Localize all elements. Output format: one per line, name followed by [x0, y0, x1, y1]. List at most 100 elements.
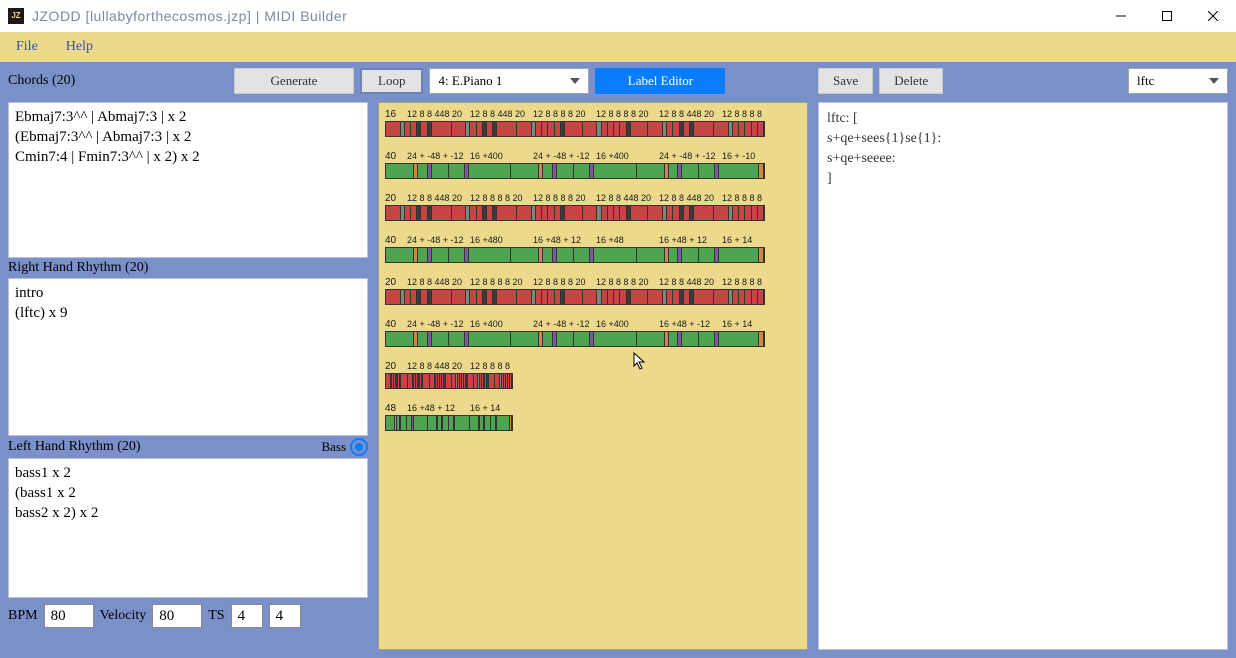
- instrument-select[interactable]: 4: E.Piano 1: [429, 68, 589, 94]
- bpm-input[interactable]: 80: [44, 604, 94, 628]
- right-hand-rhythm-label: Right Hand Rhythm (20): [8, 258, 368, 278]
- track-group-label: 16 +400: [470, 151, 533, 163]
- track-group-label: 12 8 8 448 20: [407, 193, 470, 205]
- chevron-down-icon: [1209, 78, 1219, 84]
- chords-label: Chords (20): [8, 71, 228, 91]
- track-row: 2012 8 8 448 2012 8 8 8 8: [385, 361, 801, 389]
- menu-file[interactable]: File: [8, 37, 46, 57]
- track-group-label: 16 +48 + 12: [533, 235, 596, 247]
- bottom-inputs: BPM 80 Velocity 80 TS 4 4: [8, 604, 368, 628]
- label-editor-button[interactable]: Label Editor: [595, 68, 725, 94]
- track-lead-label: 20: [385, 277, 407, 289]
- window-title: JZODD [lullabyforthecosmos.jzp] | MIDI B…: [32, 8, 347, 24]
- label-editor-textarea[interactable]: lftc: [ s+qe+sees{1}se{1}: s+qe+seeee: ]: [818, 102, 1228, 650]
- maximize-button[interactable]: [1144, 0, 1190, 32]
- loop-button[interactable]: Loop: [360, 68, 423, 94]
- track-bar[interactable]: [385, 163, 765, 179]
- track-group-label: 12 8 8 8 8: [722, 109, 785, 121]
- track-group-label: 12 8 8 448 20: [596, 193, 659, 205]
- track-group-label: 16 +48 + -12: [659, 319, 722, 331]
- track-group-label: 16 + 14: [470, 403, 533, 415]
- velocity-input[interactable]: 80: [152, 604, 202, 628]
- track-bar[interactable]: [385, 331, 765, 347]
- menu-bar: File Help: [0, 32, 1236, 62]
- ts-denominator-input[interactable]: 4: [269, 604, 301, 628]
- app-icon: JZ: [8, 8, 24, 24]
- track-group-label: 16 +400: [596, 319, 659, 331]
- track-group-label: 24 + -48 + -12: [659, 151, 722, 163]
- bass-radio[interactable]: [350, 438, 368, 456]
- track-group-label: 12 8 8 448 20: [407, 109, 470, 121]
- track-group-label: 12 8 8 8 8 20: [596, 277, 659, 289]
- title-bar: JZ JZODD [lullabyforthecosmos.jzp] | MID…: [0, 0, 1236, 32]
- track-group-label: 12 8 8 8 8: [722, 277, 785, 289]
- client-area: Chords (20) Generate Loop 4: E.Piano 1 L…: [0, 62, 1236, 658]
- track-group-label: 16 +480: [470, 235, 533, 247]
- track-group-label: 12 8 8 8 8 20: [470, 193, 533, 205]
- track-group-label: 16 +48 + 12: [407, 403, 470, 415]
- track-lead-label: 40: [385, 235, 407, 247]
- track-bar[interactable]: [385, 289, 765, 305]
- track-group-label: 16 + 14: [722, 235, 785, 247]
- menu-help[interactable]: Help: [58, 37, 101, 57]
- track-group-label: 12 8 8 8 8: [470, 361, 533, 373]
- track-group-label: 16 + 14: [722, 319, 785, 331]
- track-lead-label: 20: [385, 361, 407, 373]
- track-group-label: 12 8 8 448 20: [407, 277, 470, 289]
- left-column: Ebmaj7:3^^ | Abmaj7:3 | x 2 (Ebmaj7:3^^ …: [8, 102, 368, 650]
- track-group-label: 12 8 8 448 20: [470, 109, 533, 121]
- track-row: 4024 + -48 + -1216 +40024 + -48 + -1216 …: [385, 319, 801, 347]
- delete-button[interactable]: Delete: [879, 68, 943, 94]
- left-hand-rhythm-label: Left Hand Rhythm (20) Bass: [8, 436, 368, 458]
- track-bar[interactable]: [385, 415, 513, 431]
- generate-button[interactable]: Generate: [234, 68, 354, 94]
- track-bar[interactable]: [385, 205, 765, 221]
- track-group-label: 24 + -48 + -12: [407, 151, 470, 163]
- track-lead-label: 40: [385, 151, 407, 163]
- track-group-label: 12 8 8 448 20: [659, 109, 722, 121]
- right-toolbar: Save Delete lftc: [818, 66, 1228, 96]
- track-bar[interactable]: [385, 121, 765, 137]
- track-group-label: 12 8 8 8 8 20: [470, 277, 533, 289]
- track-group-label: 12 8 8 8 8 20: [596, 109, 659, 121]
- track-group-label: 12 8 8 448 20: [407, 361, 470, 373]
- label-select-value: lftc: [1137, 73, 1154, 89]
- track-group-label: 12 8 8 8 8 20: [533, 109, 596, 121]
- chevron-down-icon: [570, 78, 580, 84]
- instrument-selected-label: 4: E.Piano 1: [438, 73, 502, 89]
- bass-radio-label: Bass: [321, 439, 346, 455]
- right-hand-rhythm-textarea[interactable]: intro (lftc) x 9: [8, 278, 368, 436]
- chords-textarea[interactable]: Ebmaj7:3^^ | Abmaj7:3 | x 2 (Ebmaj7:3^^ …: [8, 102, 368, 258]
- save-button[interactable]: Save: [818, 68, 873, 94]
- track-group-label: 16 +48 + 12: [659, 235, 722, 247]
- track-group-label: 16 +400: [596, 151, 659, 163]
- track-group-label: 16 + -10: [722, 151, 785, 163]
- track-group-label: 12 8 8 8 8 20: [533, 193, 596, 205]
- close-button[interactable]: [1190, 0, 1236, 32]
- left-hand-rhythm-label-text: Left Hand Rhythm (20): [8, 439, 141, 455]
- track-group-label: 12 8 8 8 8 20: [533, 277, 596, 289]
- label-select[interactable]: lftc: [1128, 68, 1228, 94]
- track-group-label: 12 8 8 8 8: [722, 193, 785, 205]
- left-hand-rhythm-textarea[interactable]: bass1 x 2 (bass1 x 2 bass2 x 2) x 2: [8, 458, 368, 598]
- time-signature-label: TS: [208, 608, 224, 624]
- track-group-label: 16 +48: [596, 235, 659, 247]
- track-group-label: 24 + -48 + -12: [533, 151, 596, 163]
- track-group-label: 12 8 8 448 20: [659, 193, 722, 205]
- ts-numerator-input[interactable]: 4: [231, 604, 263, 628]
- rhythm-canvas[interactable]: 1612 8 8 448 2012 8 8 448 2012 8 8 8 8 2…: [378, 102, 808, 650]
- track-group-label: 24 + -48 + -12: [407, 319, 470, 331]
- minimize-button[interactable]: [1098, 0, 1144, 32]
- track-lead-label: 16: [385, 109, 407, 121]
- track-row: 2012 8 8 448 2012 8 8 8 8 2012 8 8 8 8 2…: [385, 193, 801, 221]
- track-bar[interactable]: [385, 247, 765, 263]
- track-row: 4024 + -48 + -1216 +40024 + -48 + -1216 …: [385, 151, 801, 179]
- velocity-label: Velocity: [100, 608, 147, 624]
- track-lead-label: 40: [385, 319, 407, 331]
- track-row: 1612 8 8 448 2012 8 8 448 2012 8 8 8 8 2…: [385, 109, 801, 137]
- track-lead-label: 20: [385, 193, 407, 205]
- track-row: 4816 +48 + 1216 + 14: [385, 403, 801, 431]
- track-bar[interactable]: [385, 373, 513, 389]
- track-group-label: 24 + -48 + -12: [407, 235, 470, 247]
- track-group-label: 24 + -48 + -12: [533, 319, 596, 331]
